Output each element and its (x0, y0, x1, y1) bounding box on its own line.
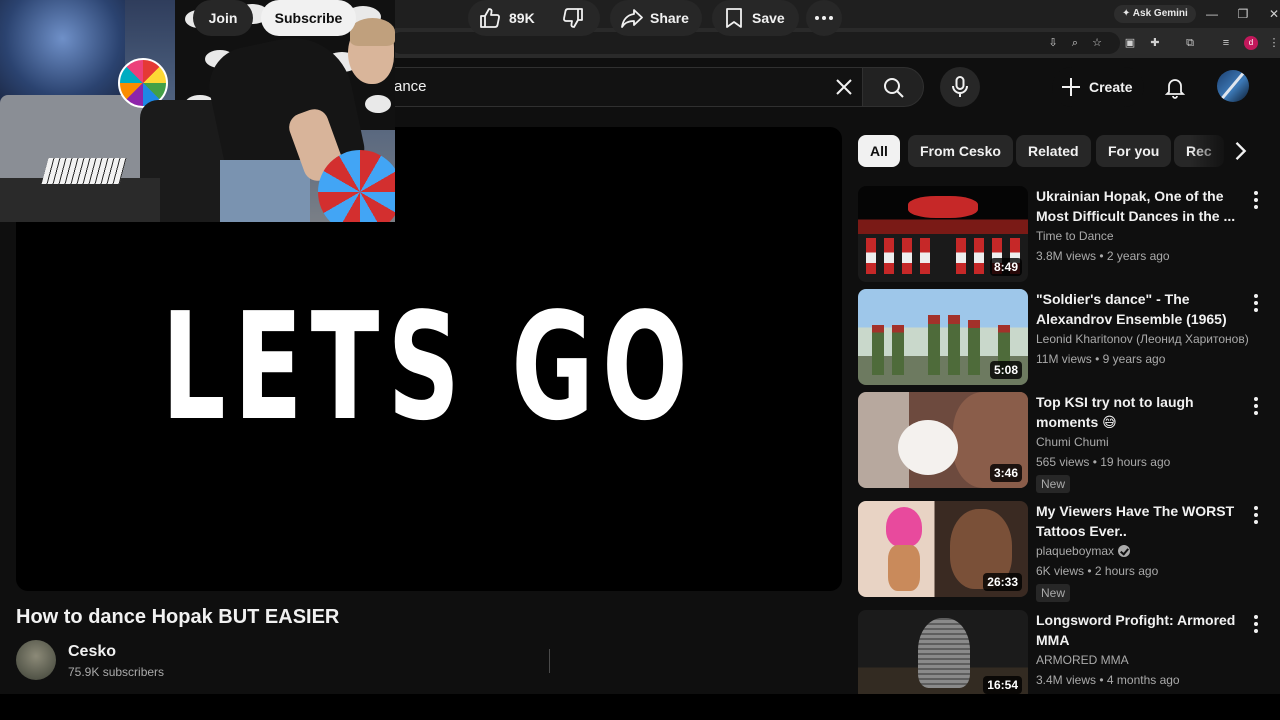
recommendation-meta: 565 views • 19 hours ago (1036, 455, 1171, 469)
video-duration: 5:08 (989, 361, 1022, 379)
browser-menu-icon[interactable]: ⋮ (1266, 35, 1280, 51)
more-horizontal-icon (815, 16, 833, 20)
puzzle-icon[interactable]: ✚ (1147, 35, 1163, 51)
channel-avatar[interactable] (16, 640, 56, 680)
close-window-icon[interactable]: ✕ (1264, 4, 1280, 24)
clear-search-icon[interactable] (832, 75, 856, 99)
create-label: Create (1089, 79, 1133, 95)
like-divider (549, 649, 550, 673)
subscriber-count: 75.9K subscribers (68, 665, 165, 679)
video-thumbnail[interactable]: 5:08 (858, 289, 1028, 385)
video-thumbnail[interactable]: 3:46 (858, 392, 1028, 488)
taskbar-strip (0, 694, 1280, 720)
recommendation-channel[interactable]: Time to Dance (1036, 229, 1114, 243)
chip-related[interactable]: Related (1016, 135, 1091, 167)
video-duration: 8:49 (989, 258, 1022, 276)
share-icon (621, 9, 643, 28)
plus-icon (1062, 78, 1080, 96)
install-app-icon[interactable]: ⇩ (1045, 35, 1061, 51)
video-title: How to dance Hopak BUT EASIER (16, 606, 340, 628)
browser-profile-avatar[interactable]: d (1244, 36, 1258, 50)
bell-icon (1164, 79, 1186, 99)
recommendation-title[interactable]: Longsword Profight: Armored MMA (1036, 610, 1246, 650)
like-button[interactable]: 89K (468, 0, 549, 36)
more-vertical-icon[interactable] (1246, 394, 1266, 418)
video-duration: 16:54 (983, 676, 1022, 694)
bookmark-star-icon[interactable]: ☆ (1089, 35, 1105, 51)
subscribe-button[interactable]: Subscribe (261, 0, 356, 36)
ask-gemini-button[interactable]: ✦ Ask Gemini (1114, 5, 1196, 23)
video-thumbnail[interactable]: 16:54 (858, 610, 1028, 694)
more-vertical-icon[interactable] (1246, 503, 1266, 527)
gemini-sparkle-icon: ✦ (1122, 8, 1133, 19)
recommendation-item[interactable]: 3:46 Top KSI try not to laugh moments 😅 … (858, 392, 1268, 493)
recommendation-meta: 11M views • 9 years ago (1036, 352, 1166, 366)
recommendation-channel[interactable]: plaqueboymax (1036, 544, 1131, 558)
search-button[interactable] (862, 67, 924, 107)
tab-search-icon[interactable]: ⧉ (1182, 35, 1198, 51)
like-count: 89K (509, 10, 535, 26)
thumbs-down-icon (563, 8, 583, 28)
share-button[interactable]: Share (610, 0, 702, 36)
new-badge: New (1036, 584, 1071, 602)
search-icon (884, 78, 904, 98)
recommendation-meta: 3.4M views • 4 months ago (1036, 673, 1180, 687)
extension-icon[interactable]: ▣ (1122, 35, 1138, 51)
save-label: Save (752, 10, 785, 26)
video-thumbnail[interactable]: 8:49 (858, 186, 1028, 282)
video-duration: 3:46 (989, 464, 1022, 482)
create-button[interactable]: Create (1052, 67, 1144, 107)
recommendation-item[interactable]: 26:33 My Viewers Have The WORST Tattoos … (858, 501, 1268, 602)
reading-list-icon[interactable]: ≡ (1218, 35, 1234, 51)
chip-from-cesko[interactable]: From Cesko (908, 135, 1013, 167)
channel-name[interactable]: Cesko (68, 643, 116, 661)
more-actions-button[interactable] (806, 0, 842, 36)
recommendation-title[interactable]: Top KSI try not to laugh moments 😅 (1036, 392, 1246, 432)
video-thumbnail[interactable]: 26:33 (858, 501, 1028, 597)
dislike-button[interactable] (552, 0, 598, 36)
more-vertical-icon[interactable] (1246, 612, 1266, 636)
recommendation-title[interactable]: Ukrainian Hopak, One of the Most Difficu… (1036, 186, 1246, 226)
chip-all[interactable]: All (858, 135, 900, 167)
video-frame-text: LETS GO (161, 281, 696, 453)
recommendation-meta: 3.8M views • 2 years ago (1036, 249, 1170, 263)
new-badge: New (1036, 475, 1071, 493)
recommendation-item[interactable]: 16:54 Longsword Profight: Armored MMA AR… (858, 610, 1268, 694)
chevron-right-icon[interactable] (1226, 137, 1254, 165)
ask-gemini-label: Ask Gemini (1132, 8, 1188, 19)
recommendation-title[interactable]: My Viewers Have The WORST Tattoos Ever.. (1036, 501, 1246, 541)
notifications-button[interactable] (1155, 67, 1195, 107)
restore-icon[interactable]: ❐ (1233, 4, 1253, 24)
chip-for-you[interactable]: For you (1096, 135, 1172, 167)
thumbs-up-icon (480, 8, 500, 28)
verified-icon (1118, 545, 1131, 557)
zoom-icon[interactable]: ⌕ (1067, 35, 1083, 51)
more-vertical-icon[interactable] (1246, 188, 1266, 212)
chip-fade (1190, 133, 1230, 169)
video-duration: 26:33 (983, 573, 1022, 591)
join-button[interactable]: Join (193, 0, 253, 36)
recommendation-title[interactable]: "Soldier's dance" - The Alexandrov Ensem… (1036, 289, 1246, 329)
minimize-icon[interactable]: — (1202, 4, 1222, 24)
recommendation-item[interactable]: 5:08 "Soldier's dance" - The Alexandrov … (858, 289, 1268, 389)
voice-search-button[interactable] (940, 67, 980, 107)
account-avatar[interactable] (1217, 70, 1249, 102)
bookmark-icon (726, 8, 742, 28)
save-button[interactable]: Save (712, 0, 799, 36)
recommendation-meta: 6K views • 2 hours ago (1036, 564, 1159, 578)
search-query-text: ance (394, 78, 427, 95)
recommendation-channel[interactable]: Leonid Kharitonov (Леонид Харитонов) (1036, 332, 1249, 346)
microphone-icon (952, 76, 968, 97)
channel-name-text: plaqueboymax (1036, 544, 1115, 558)
more-vertical-icon[interactable] (1246, 291, 1266, 315)
recommendation-channel[interactable]: ARMORED MMA (1036, 653, 1129, 667)
recommendation-channel[interactable]: Chumi Chumi (1036, 435, 1109, 449)
recommendation-item[interactable]: 8:49 Ukrainian Hopak, One of the Most Di… (858, 186, 1268, 286)
share-label: Share (650, 10, 689, 26)
